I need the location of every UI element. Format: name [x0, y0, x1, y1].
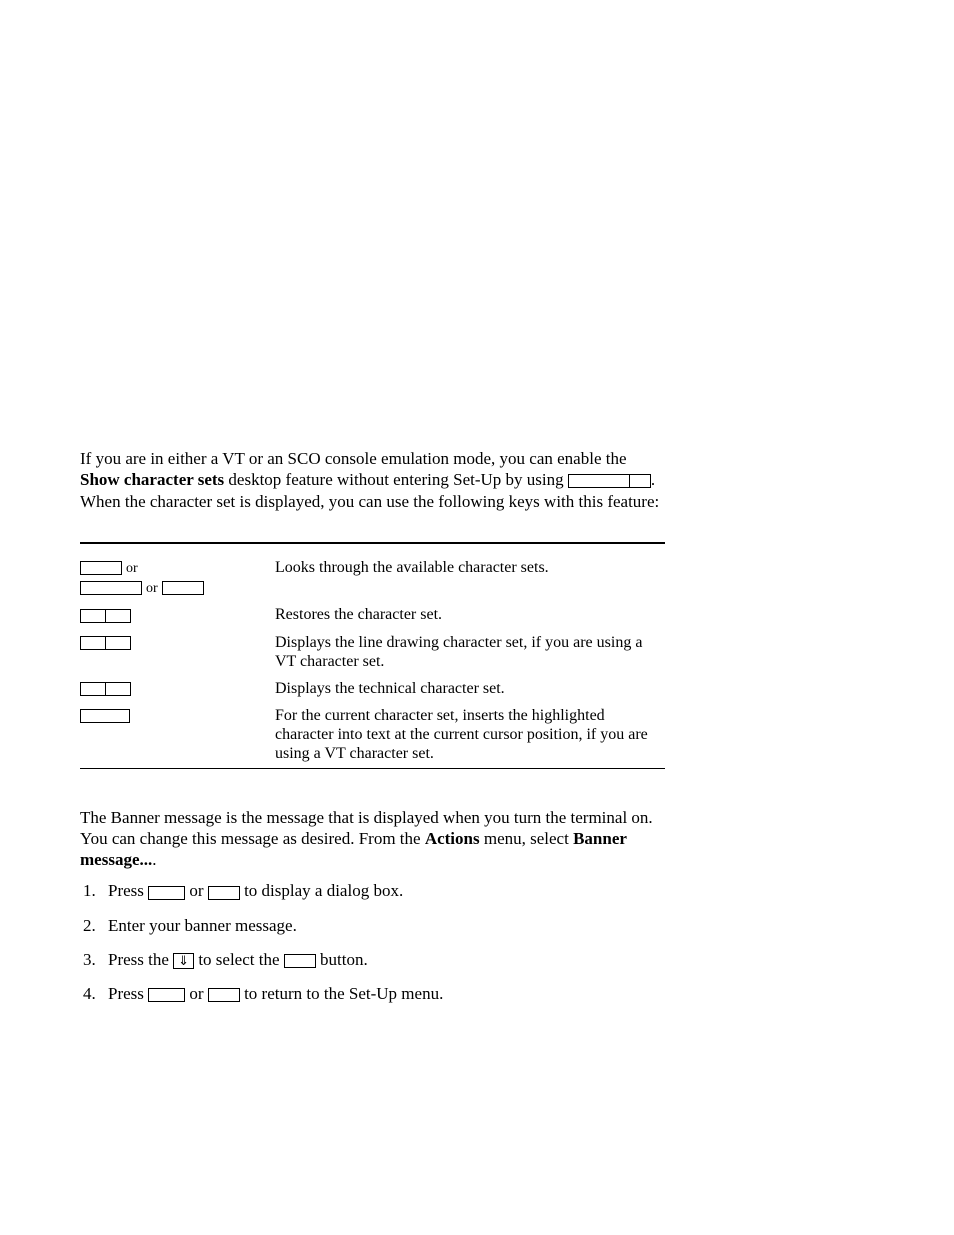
key-cell [80, 601, 275, 628]
key-placeholder [80, 709, 130, 723]
banner-text3: . [152, 850, 156, 869]
key-placeholder [80, 609, 106, 623]
document-content: If you are in either a VT or an SCO cons… [80, 448, 665, 1022]
list-item: Enter your banner message. [100, 915, 665, 937]
key-placeholder [284, 954, 316, 968]
desc-cell: Displays the technical character set. [275, 675, 665, 702]
list-item: Press or to display a dialog box. [100, 880, 665, 902]
key-pair [80, 633, 131, 652]
desc-cell: For the current character set, inserts t… [275, 702, 665, 768]
intro-bold1: Show character sets [80, 470, 224, 489]
key-placeholder [162, 581, 204, 595]
step-pre: Press the [108, 950, 173, 969]
step-text: Enter your banner message. [108, 916, 297, 935]
table-row: Restores the character set. [80, 601, 665, 628]
key-pair [80, 679, 131, 698]
step-post: to display a dialog box. [240, 881, 403, 900]
key-table: or or Looks through the available charac… [80, 554, 665, 768]
key-placeholder [106, 636, 131, 650]
table-row: Displays the technical character set. [80, 675, 665, 702]
key-placeholder [568, 474, 630, 488]
key-cell [80, 629, 275, 675]
key-placeholder [208, 988, 240, 1002]
table-row: or or Looks through the available charac… [80, 554, 665, 602]
desc-cell: Displays the line drawing character set,… [275, 629, 665, 675]
table-row: For the current character set, inserts t… [80, 702, 665, 768]
key-placeholder [148, 886, 185, 900]
key-placeholder [80, 561, 122, 575]
key-placeholder [80, 682, 106, 696]
key-cell [80, 702, 275, 768]
table-bottom-rule [80, 768, 665, 769]
key-cell [80, 675, 275, 702]
step-post: to return to the Set-Up menu. [240, 984, 444, 1003]
step-post: button. [316, 950, 368, 969]
banner-text2: menu, select [480, 829, 573, 848]
desc-cell: Looks through the available character se… [275, 554, 665, 602]
or-text: or [126, 561, 138, 576]
banner-intro: The Banner message is the message that i… [80, 807, 665, 871]
key-placeholder [630, 474, 651, 488]
key-placeholder [80, 636, 106, 650]
banner-bold1: Actions [425, 829, 480, 848]
key-placeholder [148, 988, 185, 1002]
intro-text1: If you are in either a VT or an SCO cons… [80, 449, 627, 468]
key-pair [80, 605, 131, 624]
key-placeholder [106, 682, 131, 696]
key-placeholder [208, 886, 240, 900]
down-arrow-key: ⇓ [173, 953, 194, 969]
key-cell: or or [80, 554, 275, 602]
intro-paragraph: If you are in either a VT or an SCO cons… [80, 448, 665, 512]
intro-text2: desktop feature without entering Set-Up … [224, 470, 568, 489]
step-mid: to select the [194, 950, 284, 969]
list-item: Press or to return to the Set-Up menu. [100, 983, 665, 1005]
key-placeholder [106, 609, 131, 623]
key-table-section: or or Looks through the available charac… [80, 542, 665, 769]
list-item: Press the ⇓ to select the button. [100, 949, 665, 971]
steps-list: Press or to display a dialog box. Enter … [80, 880, 665, 1004]
key-placeholder [80, 581, 142, 595]
desc-cell: Restores the character set. [275, 601, 665, 628]
step-pre: Press [108, 984, 148, 1003]
or-text: or [146, 581, 158, 596]
step-mid: or [185, 984, 208, 1003]
step-mid: or [185, 881, 208, 900]
step-pre: Press [108, 881, 148, 900]
table-top-rule [80, 542, 665, 544]
table-row: Displays the line drawing character set,… [80, 629, 665, 675]
banner-section: The Banner message is the message that i… [80, 807, 665, 1005]
